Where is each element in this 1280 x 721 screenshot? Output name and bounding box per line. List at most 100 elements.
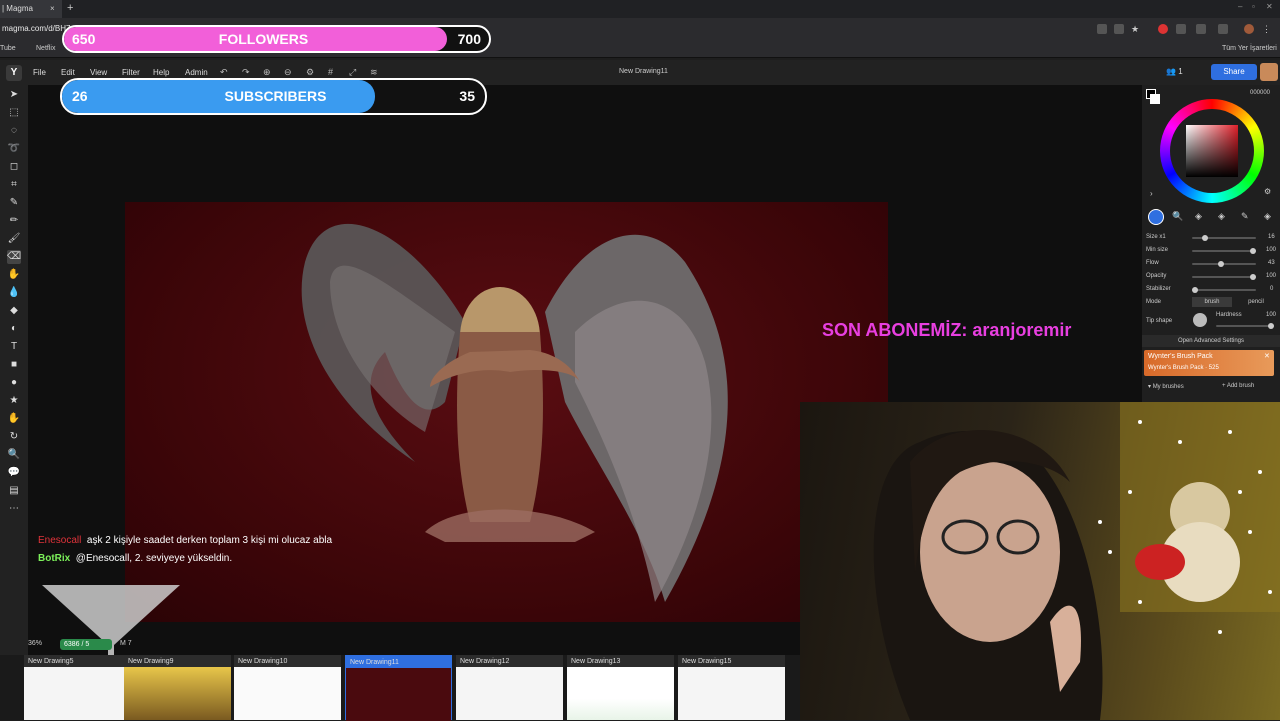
minimize-button[interactable]: – xyxy=(1238,2,1242,11)
all-bookmarks[interactable]: Tüm Yer İşaretleri xyxy=(1222,45,1277,52)
settings-icon[interactable]: ⚙ xyxy=(306,67,314,78)
drawing-thumb[interactable]: New Drawing10 xyxy=(234,655,341,720)
advanced-settings-button[interactable]: Open Advanced Settings xyxy=(1142,335,1280,347)
hue-wheel[interactable] xyxy=(1160,99,1264,203)
mode-brush-button[interactable]: brush xyxy=(1192,297,1232,307)
crop-icon[interactable]: ⌗ xyxy=(7,178,21,192)
brush-preset-2-icon[interactable]: 🔍 xyxy=(1172,211,1183,222)
star-tool-icon[interactable]: ★ xyxy=(7,394,21,408)
lasso-icon[interactable]: ➰ xyxy=(7,142,21,156)
shape-tool-icon[interactable]: ■ xyxy=(7,358,21,372)
grid-icon[interactable]: # xyxy=(328,67,333,77)
pencil-icon[interactable]: ✏ xyxy=(7,214,21,228)
zoom-tool-icon[interactable]: 🔍 xyxy=(7,448,21,462)
min-size-slider[interactable] xyxy=(1192,248,1256,254)
flow-value[interactable]: 43 xyxy=(1268,260,1275,266)
users-count[interactable]: 👥 1 xyxy=(1166,67,1183,76)
mask-icon[interactable]: ▤ xyxy=(7,484,21,498)
saturation-square[interactable] xyxy=(1186,125,1238,177)
flow-slider[interactable] xyxy=(1192,261,1256,267)
menu-help[interactable]: Help xyxy=(153,68,169,77)
eyedropper-icon[interactable]: ✎ xyxy=(7,196,21,210)
color-settings-icon[interactable]: ⚙ xyxy=(1264,187,1271,196)
text-tool-icon[interactable]: T xyxy=(7,340,21,354)
brush-preset-5-icon[interactable]: ✎ xyxy=(1241,211,1249,222)
magma-logo[interactable]: Y xyxy=(6,65,22,81)
brush-preset-4-icon[interactable]: ◈ xyxy=(1218,211,1225,222)
add-brush-button[interactable]: + Add brush xyxy=(1222,383,1254,389)
brush-preset-1-icon[interactable] xyxy=(1148,209,1164,225)
mode-pencil-button[interactable]: pencil xyxy=(1236,297,1276,307)
min-size-value[interactable]: 100 xyxy=(1266,247,1276,253)
eraser-icon[interactable]: ⌫ xyxy=(7,250,21,264)
zoom-level[interactable]: 36% xyxy=(28,640,42,647)
extension-icon[interactable] xyxy=(1176,24,1186,34)
new-tab-button[interactable]: + xyxy=(67,0,73,16)
ellipse-select-icon[interactable]: ◌ xyxy=(7,124,21,138)
stabilizer-value[interactable]: 0 xyxy=(1270,286,1273,292)
hand-tool-icon[interactable]: ✋ xyxy=(7,412,21,426)
url-field[interactable]: magma.com/d/BH7 xyxy=(2,24,70,33)
undo-icon[interactable]: ↶ xyxy=(220,67,228,78)
circle-tool-icon[interactable]: ● xyxy=(7,376,21,390)
menu-filter[interactable]: Filter xyxy=(122,68,140,77)
translate-icon[interactable] xyxy=(1097,24,1107,34)
sidebar-icon[interactable] xyxy=(1218,24,1228,34)
maximize-button[interactable]: ▫ xyxy=(1252,2,1255,11)
secondary-color-swatch[interactable] xyxy=(1150,94,1160,104)
rect-select-icon[interactable]: ⬚ xyxy=(7,106,21,120)
menu-file[interactable]: File xyxy=(33,68,46,77)
size-slider[interactable] xyxy=(1192,235,1256,241)
hardness-slider[interactable] xyxy=(1216,323,1274,329)
brush-preset-6-icon[interactable]: ◈ xyxy=(1264,211,1271,222)
drawing-thumb[interactable]: New Drawing12 xyxy=(456,655,563,720)
tab-close-icon[interactable]: × xyxy=(50,0,55,18)
fullscreen-icon[interactable]: ⤢ xyxy=(349,67,356,78)
menu-edit[interactable]: Edit xyxy=(61,68,75,77)
share-button[interactable]: Share xyxy=(1211,64,1257,80)
size-value[interactable]: 16 xyxy=(1268,234,1275,240)
close-icon[interactable]: ✕ xyxy=(1264,352,1270,360)
drawing-thumb-active[interactable]: New Drawing11 xyxy=(345,655,452,721)
hardness-value[interactable]: 100 xyxy=(1266,312,1276,318)
hex-value[interactable]: 000000 xyxy=(1250,90,1270,96)
more-tools-icon[interactable]: ⋯ xyxy=(7,502,21,516)
more-icon[interactable]: ⋮ xyxy=(1262,24,1272,34)
menu-admin[interactable]: Admin xyxy=(185,68,208,77)
drawing-thumb[interactable]: New Drawing9 xyxy=(124,655,231,720)
cast-icon[interactable] xyxy=(1114,24,1124,34)
zoom-out-icon[interactable]: ⊖ xyxy=(284,67,292,78)
layers-icon[interactable]: ≋ xyxy=(370,67,378,78)
drawing-thumb[interactable]: New Drawing13 xyxy=(567,655,674,720)
star-icon[interactable]: ★ xyxy=(1131,24,1141,34)
record-extension-icon[interactable] xyxy=(1158,24,1168,34)
my-brushes-toggle[interactable]: ▾ My brushes xyxy=(1148,383,1184,390)
move-tool-icon[interactable]: ➤ xyxy=(7,88,21,102)
user-avatar[interactable] xyxy=(1260,63,1278,81)
bookmark-netflix[interactable]: Netflix xyxy=(36,45,55,52)
transform-icon[interactable]: ◻ xyxy=(7,160,21,174)
profile-avatar[interactable] xyxy=(1244,24,1254,34)
zoom-in-icon[interactable]: ⊕ xyxy=(263,67,271,78)
drawing-thumb[interactable]: New Drawing5 xyxy=(24,655,131,720)
redo-icon[interactable]: ↷ xyxy=(242,67,250,78)
brush-preset-3-icon[interactable]: ◈ xyxy=(1195,211,1202,222)
opacity-value[interactable]: 100 xyxy=(1266,273,1276,279)
comment-icon[interactable]: 💬 xyxy=(7,466,21,480)
close-window-button[interactable]: ✕ xyxy=(1266,2,1273,11)
fill-icon[interactable]: ◆ xyxy=(7,304,21,318)
stabilizer-slider[interactable] xyxy=(1192,287,1256,293)
brush-pack-card[interactable]: Wynter's Brush Pack Wynter's Brush Pack … xyxy=(1144,350,1274,376)
opacity-slider[interactable] xyxy=(1192,274,1256,280)
gradient-icon[interactable]: ◐ xyxy=(7,322,21,336)
smudge-icon[interactable]: ✋ xyxy=(7,268,21,282)
bookmark-youtube[interactable]: Tube xyxy=(0,45,16,52)
expand-icon[interactable]: › xyxy=(1150,189,1153,198)
drawing-canvas[interactable] xyxy=(125,202,888,622)
drawing-thumb[interactable]: New Drawing15 xyxy=(678,655,785,720)
brush-icon[interactable]: 🖌 xyxy=(7,232,21,246)
menu-view[interactable]: View xyxy=(90,68,107,77)
rotate-icon[interactable]: ↻ xyxy=(7,430,21,444)
puzzle-icon[interactable] xyxy=(1196,24,1206,34)
blur-icon[interactable]: 💧 xyxy=(7,286,21,300)
